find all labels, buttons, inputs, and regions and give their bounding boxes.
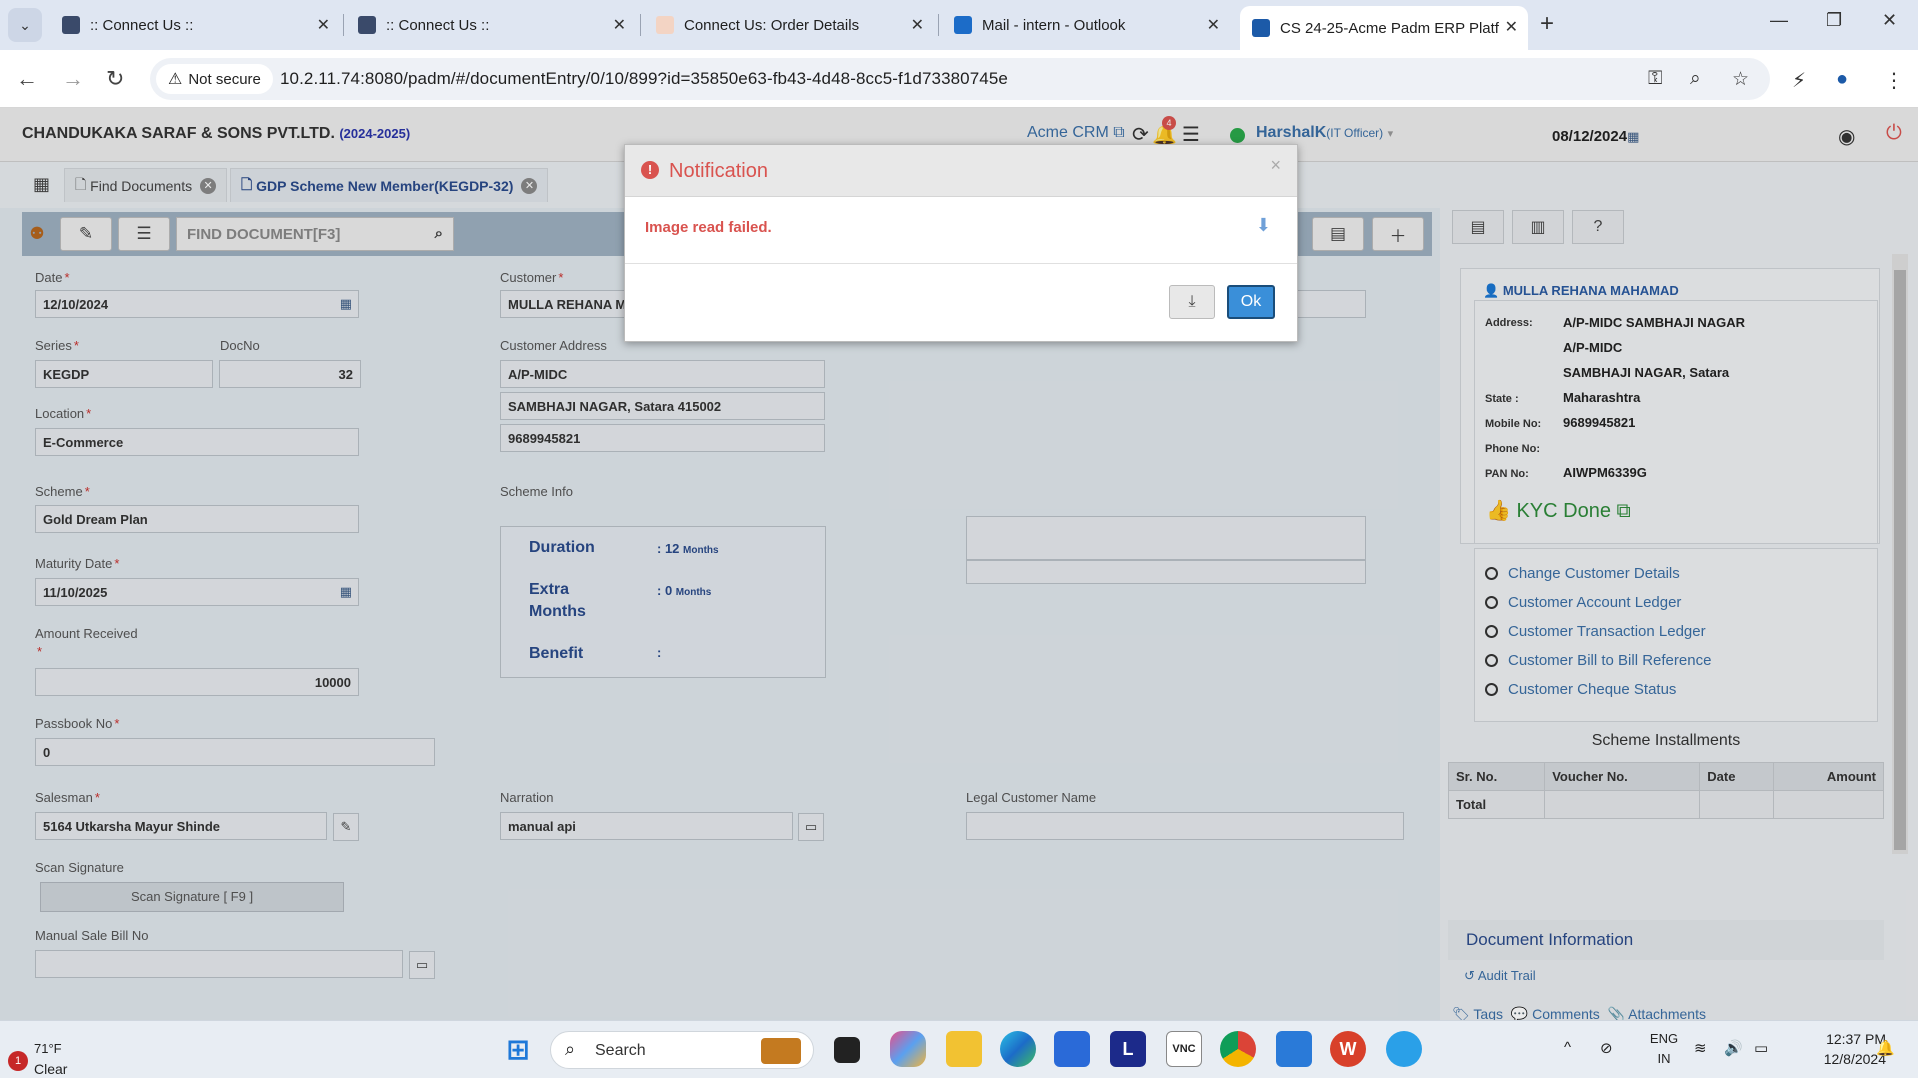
close-icon[interactable]: ✕ [317,15,330,35]
browser-tab-bar: ⌄ :: Connect Us :: ✕ :: Connect Us :: ✕ … [0,0,1918,50]
close-icon[interactable]: ✕ [613,15,626,35]
warning-triangle-icon: ⚠ [168,71,183,88]
site-favicon-icon [358,16,376,34]
notification-dialog: ! Notification × Image read failed. ⬇ ⤓ … [624,144,1298,342]
browser-tab-4[interactable]: Mail - intern - Outlook ✕ [942,8,1230,42]
file-explorer-icon[interactable] [946,1031,982,1067]
close-icon[interactable]: ✕ [1505,17,1518,37]
address-bar: ← → ↻ ⚠ Not secure 10.2.11.74:8080/padm/… [0,50,1918,108]
language-indicator[interactable]: ENG IN [1644,1029,1684,1069]
network-off-icon[interactable]: ⊘ [1600,1039,1613,1057]
tab-search-button[interactable]: ⌄ [8,8,42,42]
close-icon[interactable]: ✕ [1207,15,1220,35]
wps-office-icon[interactable]: W [1330,1031,1366,1067]
key-icon[interactable]: ⚿ [1648,68,1662,90]
vnc-icon[interactable]: VNC [1166,1031,1202,1067]
chevron-up-icon[interactable]: ^ [1564,1039,1571,1056]
alert-badge: 1 [8,1051,28,1071]
edge-icon[interactable] [1000,1031,1036,1067]
bookmark-star-icon[interactable]: ☆ [1732,68,1749,91]
task-view-icon[interactable] [834,1037,860,1063]
exclamation-icon: ! [641,161,659,179]
zoom-icon[interactable]: ⌕ [1690,68,1701,90]
site-favicon-icon [62,16,80,34]
ok-button[interactable]: Ok [1227,285,1275,319]
reload-icon[interactable]: ↻ [106,66,124,92]
url-text[interactable]: 10.2.11.74:8080/padm/#/documentEntry/0/1… [280,69,1008,89]
download-button[interactable]: ⤓ [1169,285,1215,319]
new-tab-button[interactable]: + [1540,10,1554,38]
windows-start-icon[interactable]: ⊞ [500,1031,536,1067]
extensions-icon[interactable]: ⚡ [1792,68,1806,93]
site-favicon-icon [1252,19,1270,37]
arrow-down-icon[interactable]: ⬇ [1256,215,1271,236]
wifi-icon[interactable]: ≋ [1694,1039,1707,1057]
download-icon: ⤓ [1188,293,1196,310]
store-icon[interactable] [1054,1031,1090,1067]
copilot-icon[interactable] [890,1031,926,1067]
omnibox[interactable]: ⚠ Not secure 10.2.11.74:8080/padm/#/docu… [150,58,1770,100]
system-clock[interactable]: 12:37 PM 12/8/2024 [1796,1029,1886,1069]
browser-tab-3[interactable]: Connect Us: Order Details ✕ [644,8,934,42]
close-icon[interactable]: × [1270,155,1281,176]
minimize-icon[interactable]: — [1770,10,1788,31]
notepad-icon[interactable] [1276,1031,1312,1067]
volume-icon[interactable]: 🔊 [1724,1039,1743,1057]
close-icon[interactable]: ✕ [911,15,924,35]
notifications-bell-icon[interactable]: 🔔 [1876,1039,1895,1057]
forward-arrow-icon[interactable]: → [62,66,84,92]
security-chip[interactable]: ⚠ Not secure [156,64,273,94]
battery-icon[interactable]: ▭ [1754,1039,1768,1057]
browser-tab-2[interactable]: :: Connect Us :: ✕ [346,8,636,42]
restore-icon[interactable]: ❐ [1826,10,1842,31]
browser-tab-1[interactable]: :: Connect Us :: ✕ [50,8,340,42]
chrome-icon[interactable] [1220,1031,1256,1067]
windows-taskbar: 1 71°F Clear ⊞ ⌕ Search L VNC W ^ ⊘ ENG I… [0,1020,1918,1078]
back-arrow-icon[interactable]: ← [16,66,38,92]
briefcase-icon [761,1038,801,1064]
site-favicon-icon [656,16,674,34]
browser-tab-active[interactable]: CS 24-25-Acme Padm ERP Platf ✕ [1240,6,1528,50]
search-icon: ⌕ [565,1039,576,1059]
phone-app-icon[interactable] [1386,1031,1422,1067]
l-app-icon[interactable]: L [1110,1031,1146,1067]
outlook-icon [954,16,972,34]
dialog-header: ! Notification × [625,145,1297,197]
dialog-title: Notification [669,160,768,182]
window-close-icon[interactable]: ✕ [1882,10,1897,31]
kebab-menu-icon[interactable]: ⋮ [1884,68,1904,93]
taskbar-search[interactable]: ⌕ Search [550,1031,814,1069]
chevron-down-icon: ⌄ [19,16,31,33]
profile-icon[interactable]: ● [1836,68,1848,91]
dialog-message: Image read failed. [645,219,772,236]
